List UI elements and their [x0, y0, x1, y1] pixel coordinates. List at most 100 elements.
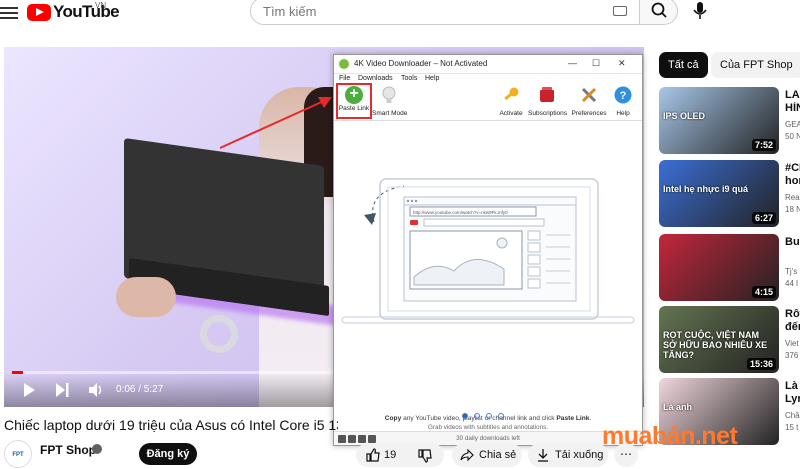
avatar[interactable]: FPT	[4, 440, 32, 468]
microphone-icon[interactable]	[690, 0, 710, 24]
preferences-button[interactable]: Preferences	[570, 86, 608, 117]
menu-icon[interactable]	[0, 4, 18, 20]
svg-text:?: ?	[620, 90, 627, 102]
thumbnail-text: IPS OLED	[663, 111, 706, 121]
recommendation-title[interactable]: Bui	[785, 236, 800, 249]
like-dislike-group: 19	[356, 443, 444, 467]
search-icon	[651, 2, 667, 18]
instruction-prefix: Copy	[384, 415, 402, 422]
sub-instruction: Grab videos with subtitles and annotatio…	[427, 424, 549, 431]
presenter-hand	[116, 277, 176, 317]
chip-next-icon[interactable]	[795, 52, 800, 78]
duration-badge: 7:52	[751, 139, 776, 151]
laptop-illustration: http://www.youtube.com/watch?v=nkw9Fk.mf…	[341, 178, 635, 324]
annotation-arrow-icon	[219, 97, 332, 149]
search-placeholder: Tìm kiếm	[263, 4, 317, 19]
recommendation-title-line2[interactable]: đến	[785, 321, 800, 334]
smart-mode-button[interactable]: Smart Mode	[372, 86, 408, 117]
page-dot[interactable]	[474, 413, 480, 419]
share-button[interactable]: Chia sẻ	[452, 443, 522, 467]
recommendation-title-line2[interactable]: HÌN	[785, 102, 800, 115]
page-dot[interactable]	[462, 413, 468, 419]
recommendation-thumbnail[interactable]: ROT CUỘC, VIỆT NAM SỞ HỮU BAO NHIÊU XE T…	[659, 306, 779, 373]
thumbnail-text: Là anh	[663, 402, 693, 412]
duration-badge: 4:15	[751, 286, 776, 298]
recommendation-channel: Rea	[785, 193, 800, 202]
daily-downloads: 30 daily downloads left	[456, 435, 520, 442]
help-button[interactable]: ? Help	[610, 86, 636, 117]
page-dot[interactable]	[486, 413, 492, 419]
search-input[interactable]: Tìm kiếm	[250, 0, 640, 25]
recommendation-thumbnail[interactable]: Intel hẹ nhực i9 quá 6:27	[659, 160, 779, 227]
menu-tools[interactable]: Tools	[401, 75, 417, 82]
share-label: Chia sẻ	[479, 449, 517, 461]
recommendation-title[interactable]: LAI	[785, 89, 800, 102]
menu-help[interactable]: Help	[425, 75, 439, 82]
duration-badge: 6:27	[751, 212, 776, 224]
download-icon	[538, 449, 548, 462]
recommendation-thumbnail[interactable]: 4:15	[659, 234, 779, 301]
instruction-suffix: .	[589, 415, 592, 422]
download-label: Tải xuống	[555, 449, 604, 461]
help-label: Help	[616, 110, 630, 117]
country-code: VN	[95, 1, 107, 10]
recommendation-channel: GEA	[785, 120, 800, 129]
dislike-icon[interactable]	[418, 449, 432, 463]
recommendation-views: 18 N	[785, 205, 800, 214]
recommendation-views: 15 t	[785, 423, 799, 432]
duration-badge: 15:36	[746, 358, 776, 370]
chip-fpt-shop[interactable]: Của FPT Shop	[711, 52, 800, 78]
next-icon[interactable]	[56, 383, 69, 397]
youtube-logo[interactable]: YouTube VN	[27, 1, 120, 22]
search-button[interactable]	[640, 0, 678, 25]
volume-icon[interactable]	[88, 382, 104, 398]
recommendation-views: 44 l	[785, 279, 798, 288]
maximize-icon[interactable]: ☐	[592, 58, 600, 69]
content-area: http://www.youtube.com/watch?v=nkw9Fk.mf…	[334, 123, 642, 431]
tools-icon	[581, 87, 597, 103]
download-button[interactable]: Tải xuống	[528, 443, 608, 467]
menu-downloads[interactable]: Downloads	[358, 75, 393, 82]
play-icon[interactable]	[24, 383, 35, 397]
recommendation-title-line2[interactable]: hon	[785, 175, 800, 188]
chip-all[interactable]: Tất cả	[659, 52, 708, 78]
subscriptions-icon	[540, 87, 554, 102]
video-title: Chiếc laptop dưới 19 triệu của Asus có I…	[4, 417, 338, 433]
minimize-icon[interactable]: —	[568, 58, 577, 68]
lightbulb-icon	[382, 86, 396, 103]
like-icon[interactable]	[366, 448, 380, 462]
menu-file[interactable]: File	[339, 75, 350, 82]
key-icon	[504, 87, 519, 101]
recommendation-title[interactable]: Rôt	[785, 308, 800, 321]
subscriptions-button[interactable]: Subscriptions	[528, 86, 567, 117]
logo-text: YouTube	[53, 2, 120, 21]
recommendation-title[interactable]: #CI	[785, 162, 800, 175]
watermark-logo: muabán.net	[602, 422, 738, 450]
smart-mode-label: Smart Mode	[372, 110, 408, 117]
close-icon[interactable]: ✕	[618, 58, 626, 69]
activate-button[interactable]: Activate	[496, 86, 526, 117]
toolbar: Paste Link Smart Mode Activate Subscript…	[334, 85, 642, 121]
thumbnail-text: Intel hẹ nhực i9 quá	[663, 184, 749, 194]
time-display: 0:06 / 5:27	[116, 384, 164, 395]
like-count: 19	[384, 449, 397, 461]
help-icon: ?	[614, 86, 632, 104]
window-titlebar[interactable]: 4K Video Downloader – Not Activated — ☐ …	[334, 55, 642, 74]
thumbnail-text: ROT CUỘC, VIỆT NAM SỞ HỮU BAO NHIÊU XE T…	[663, 330, 768, 360]
preferences-label: Preferences	[571, 110, 607, 117]
recommendation-title-line2[interactable]: Lyri	[785, 393, 800, 406]
page-dot[interactable]	[498, 413, 504, 419]
instruction-bold: Paste Link	[556, 415, 590, 422]
downloader-window: 4K Video Downloader – Not Activated — ☐ …	[333, 54, 643, 446]
recommendation-channel: Viet	[785, 339, 799, 348]
keyboard-icon[interactable]	[613, 6, 627, 16]
page-dots	[462, 413, 504, 419]
top-bar: YouTube VN Tìm kiếm	[0, 0, 800, 42]
recommendation-channel: Chầ	[785, 411, 800, 420]
recommendation-title[interactable]: Là A	[785, 380, 800, 393]
recommendation-thumbnail[interactable]: IPS OLED 7:52	[659, 87, 779, 154]
verified-icon	[92, 444, 102, 454]
recommendation-channel: Tj's	[785, 267, 798, 276]
channel-name[interactable]: FPT Shop	[40, 443, 96, 457]
window-title: 4K Video Downloader – Not Activated	[354, 59, 488, 68]
